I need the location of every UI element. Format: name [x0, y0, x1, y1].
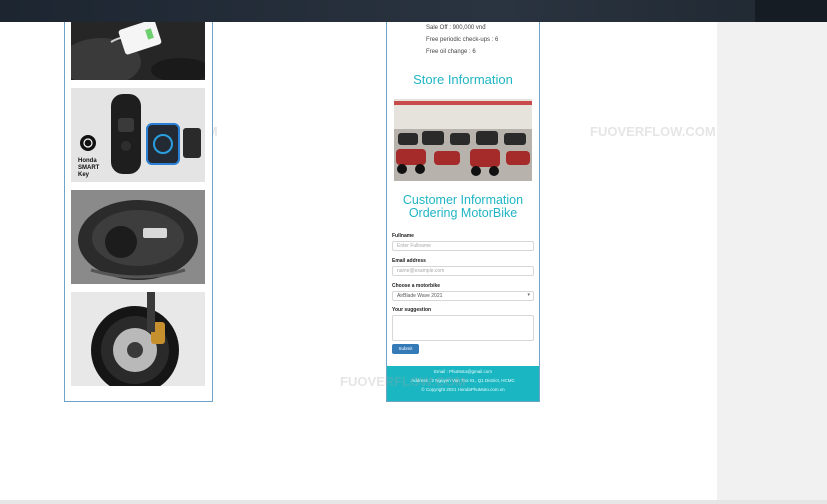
- motorbike-label: Choose a motorbike: [392, 283, 441, 289]
- suggestion-textarea[interactable]: [392, 315, 534, 341]
- svg-text:Honda: Honda: [78, 158, 97, 164]
- email-label: Email address: [392, 258, 426, 264]
- under-seat-storage-photo: [71, 190, 205, 284]
- fullname-label: Fullname: [392, 233, 414, 239]
- free-checkups-text: Free periodic check-ups : 6: [426, 37, 499, 43]
- order-page-content: Sale Off : 900,000 vnđ Free periodic che…: [386, 22, 540, 402]
- svg-text:SMART: SMART: [78, 165, 100, 171]
- order-heading-line2: Ordering MotorBike: [408, 206, 518, 220]
- right-gutter: [717, 22, 827, 500]
- svg-text:Key: Key: [78, 172, 90, 178]
- smart-key-photo: Honda SMART Key: [71, 88, 205, 182]
- motorbike-select[interactable]: AirBlade Wave 2021 ▾: [392, 291, 534, 301]
- bottom-divider: [0, 500, 827, 504]
- submit-button[interactable]: Submit: [392, 344, 419, 354]
- customer-order-heading: Customer Information Ordering MotorBike: [387, 194, 539, 220]
- top-bar-corner: [755, 0, 827, 22]
- email-input[interactable]: name@example.com: [392, 266, 534, 276]
- chevron-down-icon: ▾: [527, 292, 530, 298]
- suggestion-label: Your suggestion: [392, 307, 432, 313]
- watermark-text: FUOVERFLOW.COM: [590, 124, 716, 139]
- fullname-input[interactable]: Enter Fullname: [392, 241, 534, 251]
- sale-off-text: Sale Off : 900,000 vnđ: [426, 25, 486, 31]
- free-oil-change-text: Free oil change : 6: [426, 49, 476, 55]
- disc-brake-wheel-photo: [71, 292, 205, 386]
- product-gallery: Honda SMART Key: [64, 22, 213, 402]
- motorbike-selected-value: AirBlade Wave 2021: [397, 293, 443, 299]
- browser-top-bar: [0, 0, 827, 22]
- store-showroom-photo: [394, 99, 532, 181]
- watermark-text: FUOVERFLOW.COM: [340, 374, 466, 389]
- phone-charging-photo: [71, 22, 205, 80]
- store-information-heading: Store Information: [413, 72, 513, 87]
